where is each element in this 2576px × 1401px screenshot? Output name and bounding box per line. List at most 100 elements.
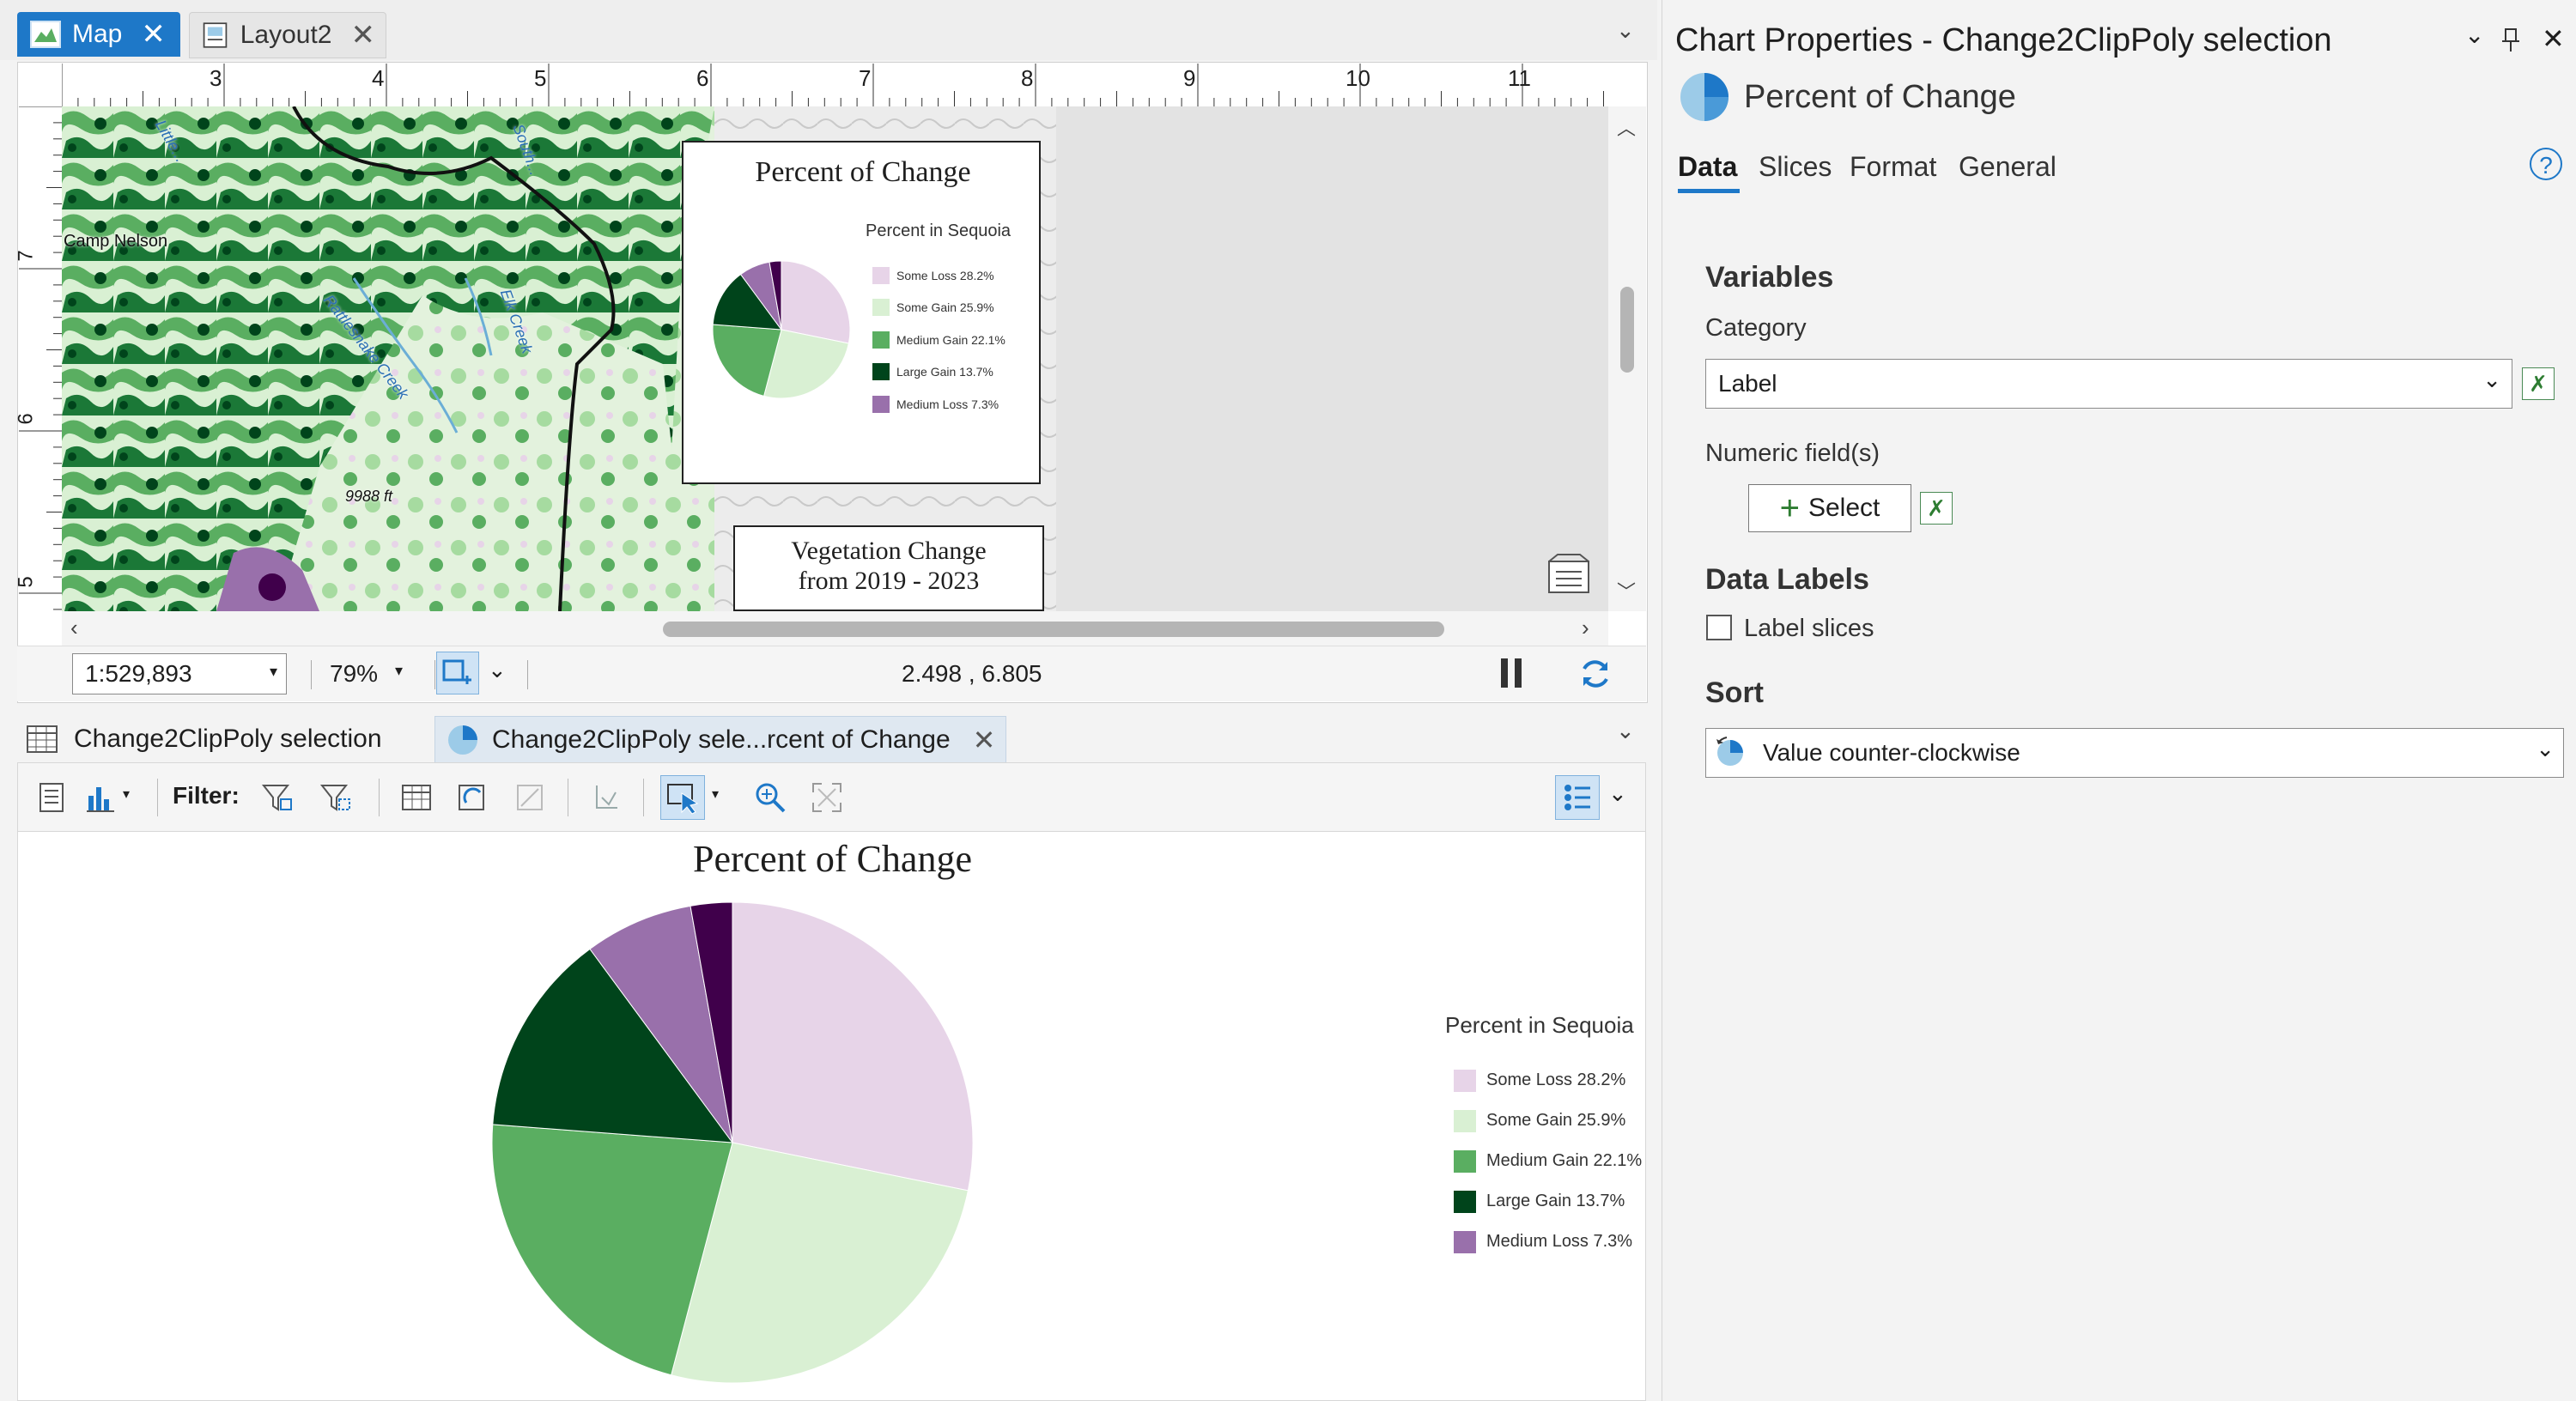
sort-value: Value counter-clockwise <box>1763 739 2020 766</box>
select-button-label: Select <box>1807 494 1880 522</box>
pause-icon[interactable] <box>1515 658 1522 688</box>
legend-entry[interactable]: Some Loss 28.2% <box>1454 1060 1642 1101</box>
chevron-down-icon[interactable]: ⌄ <box>1608 780 1627 807</box>
scroll-down-icon[interactable]: ﹀ <box>1617 577 1636 604</box>
filter-selection-icon[interactable] <box>319 780 353 815</box>
close-icon[interactable]: ✕ <box>973 724 996 756</box>
close-icon[interactable]: ✕ <box>2542 22 2565 55</box>
pie-chart-icon <box>448 725 477 755</box>
tab-chart[interactable]: Change2ClipPoly sele...rcent of Change ✕ <box>434 716 1006 762</box>
dropdown-arrow-icon[interactable]: ▾ <box>712 785 719 803</box>
chevron-down-icon[interactable]: ⌄ <box>1616 718 1635 744</box>
select-tool-button[interactable] <box>660 775 705 820</box>
chart-legend: Some Loss 28.2% Some Gain 25.9% Medium Gai… <box>1454 1060 1642 1262</box>
scrollbar-thumb[interactable] <box>663 622 1444 637</box>
tab-map[interactable]: Map ✕ <box>17 12 180 57</box>
add-chart-icon[interactable] <box>83 780 118 815</box>
layout-page-margin <box>1056 106 1608 611</box>
pin-icon[interactable] <box>2500 27 2521 53</box>
vertical-scrollbar[interactable]: ︿ ﹀ <box>1608 106 1646 611</box>
inset-pie-chart <box>713 261 850 398</box>
map-title-box[interactable]: Vegetation Change from 2019 - 2023 <box>733 525 1044 611</box>
pie-chart[interactable] <box>492 902 973 1383</box>
tab-map-label: Map <box>72 20 123 48</box>
snapping-icon <box>442 659 471 684</box>
dropdown-arrow-icon: ▾ <box>269 663 277 680</box>
properties-icon[interactable] <box>35 780 70 815</box>
close-icon[interactable]: ✕ <box>141 17 166 52</box>
pie-slice[interactable] <box>781 261 850 344</box>
select-fields-button[interactable]: + Select <box>1748 484 1911 532</box>
zoom-dropdown-icon[interactable]: ▾ <box>395 662 403 680</box>
chevron-down-icon: ⌄ <box>2536 736 2555 761</box>
chevron-down-icon[interactable]: ⌄ <box>488 657 507 683</box>
scroll-right-icon[interactable]: › <box>1582 615 1589 641</box>
legend-swatch <box>1454 1069 1476 1092</box>
legend-entry[interactable]: Medium Loss 7.3% <box>872 388 1005 421</box>
tab-chart-label: Change2ClipPoly sele...rcent of Change <box>492 725 951 754</box>
horizontal-scrollbar[interactable]: ‹ › <box>62 611 1608 646</box>
expression-button[interactable]: ✗ <box>2522 367 2555 400</box>
divider <box>157 779 158 816</box>
legend-entry[interactable]: Large Gain 13.7% <box>1454 1181 1642 1222</box>
divider <box>643 779 644 816</box>
close-icon[interactable]: ✕ <box>351 18 376 52</box>
tab-format[interactable]: Format <box>1850 151 1936 183</box>
category-dropdown[interactable]: Label ⌄ <box>1705 359 2512 409</box>
layout-chart-frame[interactable]: Percent of Change Percent in Sequoia Som… <box>682 141 1041 484</box>
zoom-in-icon[interactable] <box>753 780 787 815</box>
label-slices-checkbox[interactable] <box>1706 615 1732 640</box>
pane-title: Chart Properties - Change2ClipPoly selec… <box>1675 22 2332 58</box>
place-label: Camp Nelson <box>64 232 168 251</box>
divider <box>379 779 380 816</box>
clear-selection-icon[interactable] <box>513 780 547 815</box>
zoom-level[interactable]: 79% <box>330 660 378 688</box>
chevron-down-icon[interactable]: ⌄ <box>2464 21 2484 49</box>
open-table-icon[interactable] <box>399 780 434 815</box>
refresh-icon[interactable] <box>1577 655 1614 693</box>
chart-view[interactable]: Percent of Change Percent in Sequoia Som… <box>17 831 1646 1401</box>
tab-general[interactable]: General <box>1959 151 2057 183</box>
expression-icon: ✗ <box>2529 371 2548 397</box>
inset-chart-title: Percent of Change <box>755 156 971 188</box>
help-icon[interactable]: ? <box>2530 148 2562 180</box>
tab-layout[interactable]: Layout2 ✕ <box>189 12 386 58</box>
map-canvas[interactable]: Camp Nelson 9988 ft Rattlesnake Creek El… <box>62 106 1056 611</box>
scrollbar-thumb[interactable] <box>1620 287 1634 373</box>
legend-entry[interactable]: Medium Gain 22.1% <box>1454 1141 1642 1181</box>
pie-slice[interactable] <box>732 902 973 1192</box>
inset-legend: Some Loss 28.2% Some Gain 25.9% Medium Gai… <box>872 259 1005 421</box>
export-icon[interactable] <box>588 780 623 815</box>
scale-combo[interactable]: 1:529,893 ▾ <box>72 653 287 694</box>
sort-dropdown[interactable]: Value counter-clockwise ⌄ <box>1705 728 2564 778</box>
tab-data[interactable]: Data <box>1678 151 1737 183</box>
tab-attribute-table[interactable]: Change2ClipPoly selection <box>26 718 382 761</box>
legend-entry[interactable]: Medium Gain 22.1% <box>872 324 1005 356</box>
expression-button[interactable]: ✗ <box>1920 492 1953 525</box>
layout-page-icon[interactable] <box>1546 553 1594 596</box>
full-extent-icon[interactable] <box>810 780 844 815</box>
legend-entry[interactable]: Some Loss 28.2% <box>872 259 1005 292</box>
pause-icon[interactable] <box>1501 658 1508 688</box>
label-slices-label[interactable]: Label slices <box>1744 615 1874 643</box>
elevation-label: 9988 ft <box>345 488 393 505</box>
legend-toggle-button[interactable] <box>1555 775 1600 820</box>
divider <box>527 660 528 689</box>
tab-slices[interactable]: Slices <box>1759 151 1832 183</box>
legend-entry[interactable]: Medium Loss 7.3% <box>1454 1222 1642 1262</box>
switch-selection-icon[interactable] <box>456 780 490 815</box>
bottom-tab-strip: Change2ClipPoly selection Change2ClipPol… <box>17 713 1646 762</box>
chevron-down-icon: ⌄ <box>2482 367 2501 392</box>
filter-extent-icon[interactable] <box>260 780 295 815</box>
legend-entry[interactable]: Large Gain 13.7% <box>872 356 1005 389</box>
legend-entry[interactable]: Some Gain 25.9% <box>872 292 1005 324</box>
scroll-up-icon[interactable]: ︿ <box>1617 113 1636 141</box>
legend-label: Medium Loss 7.3% <box>896 397 999 411</box>
ruler-ticks <box>19 106 62 610</box>
category-label: Category <box>1705 314 1807 342</box>
scroll-left-icon[interactable]: ‹ <box>70 615 78 641</box>
snapping-button[interactable] <box>436 652 479 694</box>
dropdown-arrow-icon[interactable]: ▾ <box>123 785 130 803</box>
chevron-down-icon[interactable]: ⌄ <box>1616 17 1635 44</box>
legend-entry[interactable]: Some Gain 25.9% <box>1454 1101 1642 1141</box>
